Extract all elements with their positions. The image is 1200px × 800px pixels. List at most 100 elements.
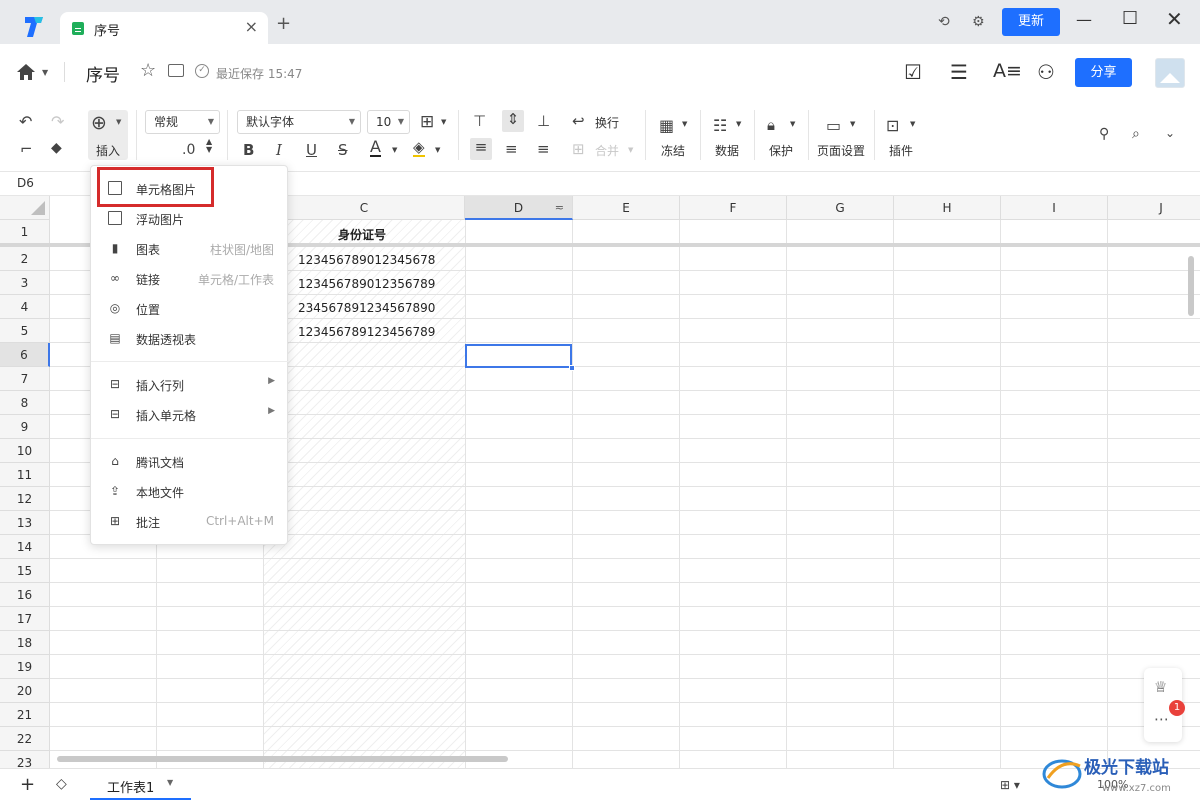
sheet-tab[interactable]: 工作表1 ▼ xyxy=(90,769,191,800)
row-header-16[interactable]: 16 xyxy=(0,583,50,607)
column-header-i[interactable]: I xyxy=(1001,196,1108,220)
font-size-select[interactable]: 10 ▼ xyxy=(367,110,410,134)
strikethrough-icon[interactable]: S xyxy=(338,141,348,159)
column-header-g[interactable]: G xyxy=(787,196,894,220)
row-header-14[interactable]: 14 xyxy=(0,535,50,559)
italic-icon[interactable]: I xyxy=(276,141,282,159)
format-painter-icon[interactable]: ⌐ xyxy=(20,140,33,158)
sheet-list-icon[interactable]: ◇ xyxy=(56,776,67,792)
merge-label[interactable]: 合并 xyxy=(595,142,619,159)
align-top-icon[interactable]: ⊤ xyxy=(473,112,486,130)
new-tab-icon[interactable]: + xyxy=(276,15,291,33)
home-caret-icon[interactable]: ▼ xyxy=(42,68,48,77)
update-button[interactable]: 更新 xyxy=(1002,8,1060,36)
eraser-icon[interactable]: ◆ xyxy=(51,140,62,156)
chevron-down-icon[interactable]: ▼ xyxy=(441,118,446,126)
row-header-9[interactable]: 9 xyxy=(0,415,50,439)
add-user-icon[interactable]: ⚇ xyxy=(1037,60,1055,84)
lock-icon[interactable]: 🔒︎ xyxy=(767,116,775,134)
insert-button[interactable]: ⊕ ▼ 插入 xyxy=(88,110,128,160)
chevron-down-icon[interactable]: ▼ xyxy=(435,146,440,154)
maximize-icon[interactable]: ☐ xyxy=(1122,8,1138,29)
data-label[interactable]: 数据 xyxy=(715,142,739,159)
redo-icon[interactable]: ↷ xyxy=(51,112,64,131)
bold-icon[interactable]: B xyxy=(243,141,254,159)
row-header-23[interactable]: 23 xyxy=(0,751,50,768)
row-header-18[interactable]: 18 xyxy=(0,631,50,655)
row-header-17[interactable]: 17 xyxy=(0,607,50,631)
font-family-select[interactable]: 默认字体 ▼ xyxy=(237,110,361,134)
underline-icon[interactable]: U xyxy=(306,141,317,159)
row-header-5[interactable]: 5 xyxy=(0,319,50,343)
menu-item-insert-cell[interactable]: ⊟ 插入单元格 ▶ xyxy=(91,401,289,429)
row-header-19[interactable]: 19 xyxy=(0,655,50,679)
row-header-21[interactable]: 21 xyxy=(0,703,50,727)
chevron-down-icon[interactable]: ▼ xyxy=(850,120,855,128)
menu-item-pivot-table[interactable]: ▤ 数据透视表 xyxy=(91,325,289,353)
wrap-label[interactable]: 换行 xyxy=(595,114,619,131)
horizontal-scrollbar[interactable] xyxy=(57,756,508,762)
close-icon[interactable]: ✕ xyxy=(1166,7,1183,31)
tab-close-icon[interactable]: × xyxy=(245,17,258,36)
freeze-icon[interactable]: ▦ xyxy=(659,116,674,135)
merge-icon[interactable]: ⊞ xyxy=(572,140,585,158)
avatar[interactable] xyxy=(1155,58,1185,88)
home-icon[interactable] xyxy=(16,63,36,81)
cell-c4[interactable]: 234567891234567890 xyxy=(298,301,435,315)
cell-c1[interactable]: 身份证号 xyxy=(338,226,386,243)
row-header-13[interactable]: 13 xyxy=(0,511,50,535)
row-header-3[interactable]: 3 xyxy=(0,271,50,295)
menu-item-local-file[interactable]: ⇪ 本地文件 xyxy=(91,478,289,506)
decimal-stepper-icon[interactable]: ▲ ▼ xyxy=(206,138,212,154)
minimize-icon[interactable]: — xyxy=(1076,10,1092,29)
chevron-down-icon[interactable]: ▼ xyxy=(910,120,915,128)
column-header-c[interactable]: C xyxy=(264,196,465,220)
chevron-down-icon[interactable]: ▼ xyxy=(790,120,795,128)
column-header-h[interactable]: H xyxy=(894,196,1001,220)
fill-color-icon[interactable]: ◈ xyxy=(413,139,425,157)
menu-item-chart[interactable]: ▮ 图表 柱状图/地图 xyxy=(91,235,289,263)
font-color-icon[interactable]: A xyxy=(370,139,381,157)
wrap-icon[interactable]: ↩ xyxy=(572,112,585,130)
move-icon[interactable] xyxy=(168,64,184,77)
menu-icon[interactable]: ☰ xyxy=(950,60,968,84)
filter-icon[interactable]: ≂ xyxy=(555,196,564,220)
cell-reference[interactable]: D6 xyxy=(17,176,34,190)
menu-item-location[interactable]: ◎ 位置 xyxy=(91,295,289,323)
align-middle-icon[interactable]: ⇕ xyxy=(502,110,524,132)
freeze-label[interactable]: 冻结 xyxy=(661,142,685,159)
decimal-button[interactable]: .0 xyxy=(182,142,195,158)
sync-icon[interactable]: ⟲ xyxy=(938,14,950,30)
fill-handle[interactable] xyxy=(569,365,575,371)
chevron-down-icon[interactable]: ▼ xyxy=(392,146,397,154)
menu-item-comment[interactable]: ⊞ 批注 Ctrl+Alt+M xyxy=(91,508,289,536)
align-left-icon[interactable]: ≡ xyxy=(470,138,492,160)
row-header-1[interactable]: 1 xyxy=(0,220,50,244)
cell-c5[interactable]: 123456789123456789 xyxy=(298,325,435,339)
more-icon[interactable]: ⋯ xyxy=(1154,710,1169,728)
font-style-icon[interactable]: A≡ xyxy=(993,60,1022,82)
settings-icon[interactable]: ⚙ xyxy=(972,14,985,30)
selected-cell-d6[interactable] xyxy=(465,344,572,368)
align-center-icon[interactable]: ≡ xyxy=(505,140,518,158)
menu-item-insert-row-col[interactable]: ⊟ 插入行列 ▶ xyxy=(91,371,289,399)
column-header-e[interactable]: E xyxy=(573,196,680,220)
star-icon[interactable]: ☆ xyxy=(140,60,156,81)
menu-item-floating-image[interactable]: 浮动图片 xyxy=(91,205,289,233)
chevron-down-icon[interactable]: ▼ xyxy=(736,120,741,128)
row-header-15[interactable]: 15 xyxy=(0,559,50,583)
column-header-f[interactable]: F xyxy=(680,196,787,220)
search-icon[interactable]: ⌕ xyxy=(1132,126,1140,142)
align-bottom-icon[interactable]: ⊥ xyxy=(537,112,550,130)
column-header-j[interactable]: J xyxy=(1108,196,1200,220)
vertical-scrollbar[interactable] xyxy=(1188,256,1194,316)
row-header-10[interactable]: 10 xyxy=(0,439,50,463)
row-header-4[interactable]: 4 xyxy=(0,295,50,319)
menu-item-link[interactable]: ∞ 链接 单元格/工作表 xyxy=(91,265,289,293)
page-setup-icon[interactable]: ▭ xyxy=(826,116,841,135)
row-header-2[interactable]: 2 xyxy=(0,247,50,271)
view-mode-icon[interactable]: ⊞ ▾ xyxy=(1000,778,1020,792)
column-header-d[interactable]: D ≂ xyxy=(465,196,573,220)
plugin-label[interactable]: 插件 xyxy=(889,142,913,159)
menu-item-tencent-docs[interactable]: ⌂ 腾讯文档 xyxy=(91,448,289,476)
